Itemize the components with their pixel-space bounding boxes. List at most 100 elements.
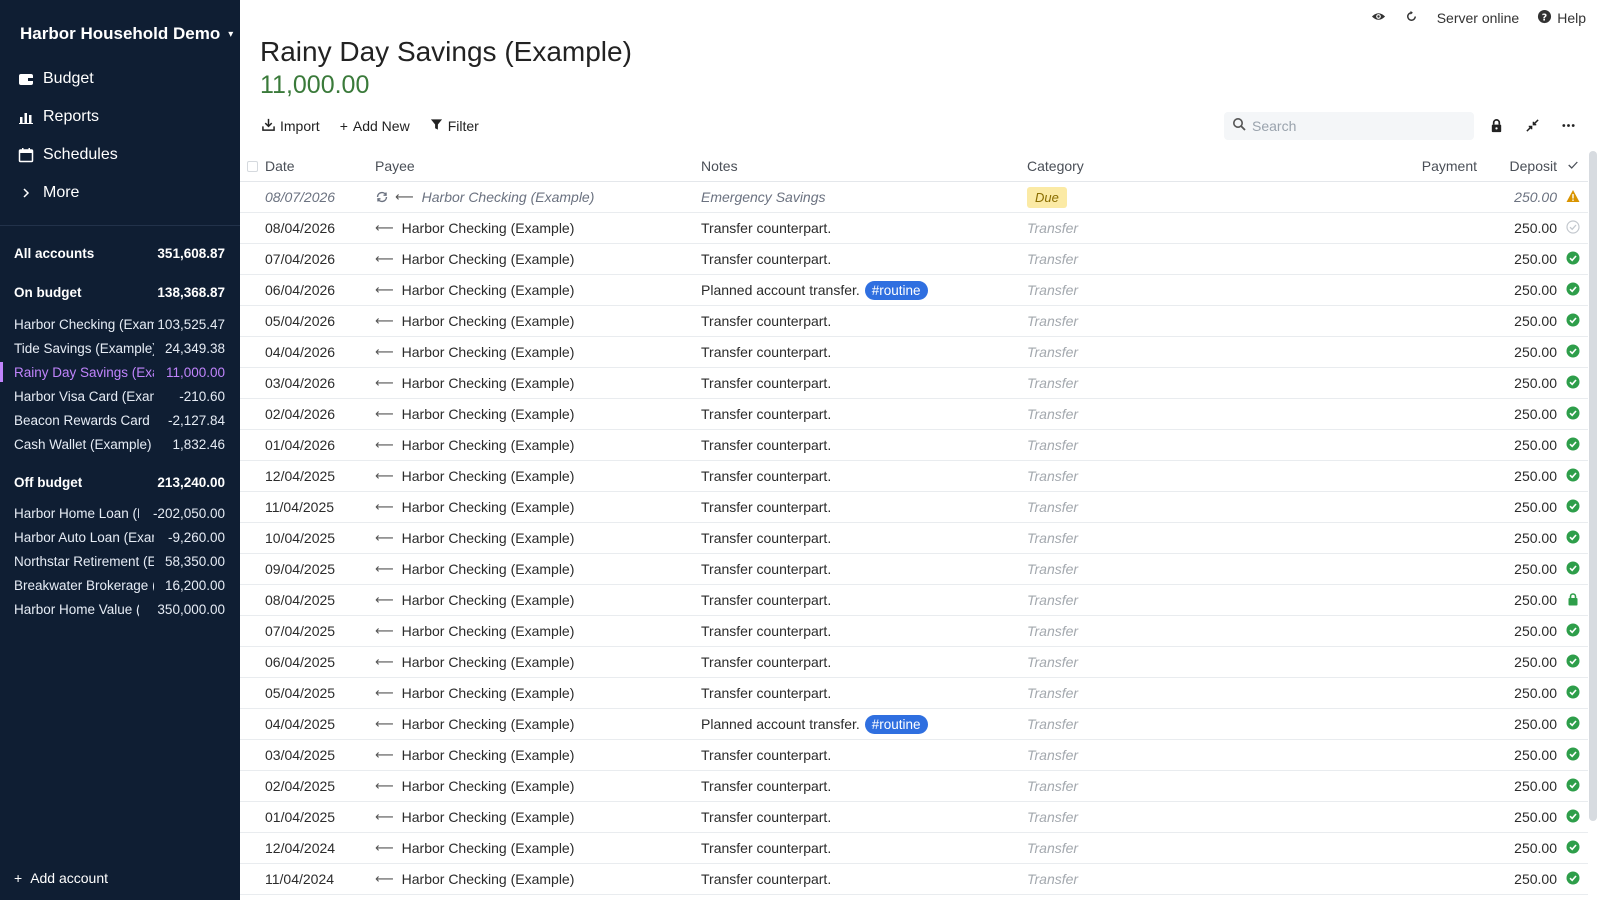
- sidebar-account-auto-loan[interactable]: Harbor Auto Loan (Example) -9,260.00: [0, 525, 240, 549]
- table-row[interactable]: 02/04/2025 ⟵ Harbor Checking (Example) Tran…: [240, 771, 1588, 802]
- notes-cell[interactable]: Transfer counterpart.: [701, 654, 1027, 670]
- sidebar-account-rainy-day-savings[interactable]: Rainy Day Savings (Example) 11,000.00: [0, 360, 240, 384]
- add-account-button[interactable]: + Add account: [14, 870, 108, 886]
- cleared-cell[interactable]: [1557, 468, 1588, 485]
- date-cell[interactable]: 06/04/2025: [265, 654, 375, 670]
- deposit-cell[interactable]: 250.00: [1477, 592, 1557, 608]
- table-row[interactable]: 07/04/2025 ⟵ Harbor Checking (Example) Tran…: [240, 616, 1588, 647]
- column-header-category[interactable]: Category: [1027, 158, 1365, 174]
- sidebar-account-beacon-rewards[interactable]: Beacon Rewards Card (Example) -2,127.84: [0, 408, 240, 432]
- cleared-cell[interactable]: [1557, 406, 1588, 423]
- sidebar-account-harbor-checking[interactable]: Harbor Checking (Example) 103,525.47: [0, 312, 240, 336]
- table-row[interactable]: 02/04/2026 ⟵ Harbor Checking (Example) Tran…: [240, 399, 1588, 430]
- payee-cell[interactable]: ⟵ Harbor Checking (Example): [375, 251, 701, 267]
- cleared-cell[interactable]: [1557, 282, 1588, 299]
- import-button[interactable]: Import: [262, 118, 320, 134]
- deposit-cell[interactable]: 250.00: [1477, 716, 1557, 732]
- deposit-cell[interactable]: 250.00: [1477, 468, 1557, 484]
- deposit-cell[interactable]: 250.00: [1477, 685, 1557, 701]
- payee-cell[interactable]: ⟵ Harbor Checking (Example): [375, 344, 701, 360]
- column-header-deposit[interactable]: Deposit: [1477, 158, 1557, 174]
- category-cell[interactable]: Transfer: [1027, 592, 1365, 608]
- table-row[interactable]: 04/04/2026 ⟵ Harbor Checking (Example) Tran…: [240, 337, 1588, 368]
- sidebar-item-budget[interactable]: Budget: [0, 60, 240, 98]
- date-cell[interactable]: 06/04/2026: [265, 282, 375, 298]
- column-header-payee[interactable]: Payee: [375, 158, 701, 174]
- add-new-button[interactable]: + Add New: [340, 118, 410, 134]
- privacy-toggle-button[interactable]: [1371, 9, 1386, 27]
- date-cell[interactable]: 10/04/2025: [265, 530, 375, 546]
- column-header-notes[interactable]: Notes: [701, 158, 1027, 174]
- table-row[interactable]: 08/04/2025 ⟵ Harbor Checking (Example) Tran…: [240, 585, 1588, 616]
- category-cell[interactable]: Transfer: [1027, 437, 1365, 453]
- more-options-icon[interactable]: [1560, 117, 1576, 133]
- sidebar-account-tide-savings[interactable]: Tide Savings (Example) 24,349.38: [0, 336, 240, 360]
- payee-cell[interactable]: ⟵ Harbor Checking (Example): [375, 685, 701, 701]
- deposit-cell[interactable]: 250.00: [1477, 406, 1557, 422]
- sidebar-account-harbor-visa[interactable]: Harbor Visa Card (Example) -210.60: [0, 384, 240, 408]
- deposit-cell[interactable]: 250.00: [1477, 189, 1557, 205]
- date-cell[interactable]: 11/04/2024: [265, 871, 375, 887]
- help-button[interactable]: ? Help: [1537, 9, 1586, 27]
- cleared-cell[interactable]: [1557, 685, 1588, 702]
- budget-name-dropdown[interactable]: Harbor Household Demo ▾: [20, 24, 233, 44]
- notes-cell[interactable]: Emergency Savings: [701, 189, 1027, 205]
- notes-cell[interactable]: Planned account transfer. #routine: [701, 714, 1027, 734]
- table-row[interactable]: 11/04/2024 ⟵ Harbor Checking (Example) Tran…: [240, 864, 1588, 895]
- deposit-cell[interactable]: 250.00: [1477, 809, 1557, 825]
- payee-cell[interactable]: ⟵ Harbor Checking (Example): [375, 406, 701, 422]
- date-cell[interactable]: 05/04/2025: [265, 685, 375, 701]
- sidebar-account-home-value[interactable]: Harbor Home Value (Example) 350,000.00: [0, 597, 240, 621]
- table-row[interactable]: 10/04/2025 ⟵ Harbor Checking (Example) Tran…: [240, 523, 1588, 554]
- deposit-cell[interactable]: 250.00: [1477, 313, 1557, 329]
- notes-cell[interactable]: Transfer counterpart.: [701, 623, 1027, 639]
- notes-cell[interactable]: Transfer counterpart.: [701, 685, 1027, 701]
- tag-badge[interactable]: #routine: [864, 280, 928, 300]
- on-budget-row[interactable]: On budget 138,368.87: [0, 280, 240, 304]
- table-row[interactable]: 03/04/2025 ⟵ Harbor Checking (Example) Tran…: [240, 740, 1588, 771]
- date-cell[interactable]: 08/04/2026: [265, 220, 375, 236]
- cleared-cell[interactable]: [1557, 592, 1588, 609]
- date-cell[interactable]: 05/04/2026: [265, 313, 375, 329]
- deposit-cell[interactable]: 250.00: [1477, 530, 1557, 546]
- deposit-cell[interactable]: 250.00: [1477, 282, 1557, 298]
- table-row[interactable]: 11/04/2025 ⟵ Harbor Checking (Example) Tran…: [240, 492, 1588, 523]
- notes-cell[interactable]: Transfer counterpart.: [701, 530, 1027, 546]
- table-row[interactable]: 08/07/2026 ⟵ Harbor Checking (Example) Emer…: [240, 182, 1588, 213]
- table-row[interactable]: 05/04/2025 ⟵ Harbor Checking (Example) Tran…: [240, 678, 1588, 709]
- notes-cell[interactable]: Transfer counterpart.: [701, 561, 1027, 577]
- notes-cell[interactable]: Transfer counterpart.: [701, 344, 1027, 360]
- category-cell[interactable]: Transfer: [1027, 530, 1365, 546]
- notes-cell[interactable]: Transfer counterpart.: [701, 499, 1027, 515]
- notes-cell[interactable]: Transfer counterpart.: [701, 809, 1027, 825]
- notes-cell[interactable]: Transfer counterpart.: [701, 592, 1027, 608]
- category-cell[interactable]: Transfer: [1027, 778, 1365, 794]
- notes-cell[interactable]: Transfer counterpart.: [701, 313, 1027, 329]
- filter-button[interactable]: Filter: [430, 118, 479, 134]
- server-status[interactable]: Server online: [1437, 10, 1520, 26]
- table-row[interactable]: 07/04/2026 ⟵ Harbor Checking (Example) Tran…: [240, 244, 1588, 275]
- deposit-cell[interactable]: 250.00: [1477, 561, 1557, 577]
- notes-cell[interactable]: Transfer counterpart.: [701, 220, 1027, 236]
- date-cell[interactable]: 08/07/2026: [265, 189, 375, 205]
- cleared-cell[interactable]: [1557, 344, 1588, 361]
- deposit-cell[interactable]: 250.00: [1477, 623, 1557, 639]
- column-header-cleared[interactable]: [1557, 158, 1588, 174]
- sync-button[interactable]: [1404, 9, 1419, 27]
- table-row[interactable]: 01/04/2026 ⟵ Harbor Checking (Example) Tran…: [240, 430, 1588, 461]
- date-cell[interactable]: 07/04/2025: [265, 623, 375, 639]
- payee-cell[interactable]: ⟵ Harbor Checking (Example): [375, 809, 701, 825]
- table-row[interactable]: 01/04/2025 ⟵ Harbor Checking (Example) Tran…: [240, 802, 1588, 833]
- deposit-cell[interactable]: 250.00: [1477, 747, 1557, 763]
- cleared-cell[interactable]: [1557, 375, 1588, 392]
- notes-cell[interactable]: Transfer counterpart.: [701, 251, 1027, 267]
- date-cell[interactable]: 04/04/2026: [265, 344, 375, 360]
- category-cell[interactable]: Transfer: [1027, 685, 1365, 701]
- all-accounts-row[interactable]: All accounts 351,608.87: [0, 241, 240, 265]
- table-row[interactable]: 04/04/2025 ⟵ Harbor Checking (Example) Plan…: [240, 709, 1588, 740]
- notes-cell[interactable]: Transfer counterpart.: [701, 437, 1027, 453]
- category-cell[interactable]: Transfer: [1027, 809, 1365, 825]
- date-cell[interactable]: 02/04/2026: [265, 406, 375, 422]
- payee-cell[interactable]: ⟵ Harbor Checking (Example): [375, 654, 701, 670]
- table-row[interactable]: 09/04/2025 ⟵ Harbor Checking (Example) Tran…: [240, 554, 1588, 585]
